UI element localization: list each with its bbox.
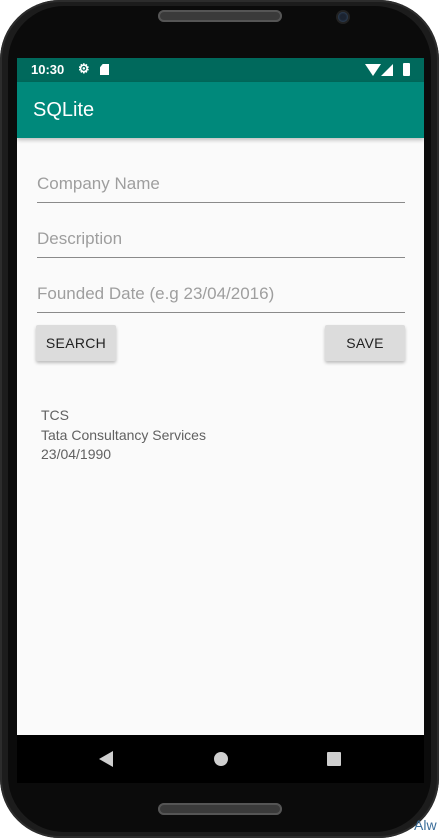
description-input[interactable]	[37, 223, 405, 255]
wifi-icon	[365, 64, 381, 76]
top-speaker	[158, 10, 282, 22]
sd-card-icon	[100, 64, 109, 75]
app-bar: SQLite	[17, 82, 424, 138]
app-title: SQLite	[33, 99, 95, 121]
bottom-speaker	[158, 803, 282, 815]
result-line-company: TCS	[41, 407, 69, 423]
save-button[interactable]: SAVE	[325, 325, 405, 361]
battery-icon	[403, 63, 410, 76]
result-line-date: 23/04/1990	[41, 446, 112, 462]
gear-icon: ⚙	[78, 61, 90, 76]
front-camera	[338, 12, 348, 22]
navigation-bar	[17, 735, 424, 783]
app-screen: 10:30 ⚙ SQLite SEARCH SAVE TCS Tata Cons…	[17, 58, 424, 782]
phone-frame: 10:30 ⚙ SQLite SEARCH SAVE TCS Tata Cons…	[0, 0, 439, 838]
signal-icon	[381, 64, 393, 76]
result-line-description: Tata Consultancy Services	[41, 426, 206, 443]
result-text: TCS Tata Consultancy Services 23/04/1990	[41, 406, 206, 465]
founded-date-input[interactable]	[37, 278, 405, 310]
status-time: 10:30	[31, 62, 65, 77]
founded-date-field[interactable]	[37, 278, 405, 313]
search-button[interactable]: SEARCH	[36, 325, 116, 361]
back-icon[interactable]	[99, 751, 113, 767]
corner-text: Alw	[414, 817, 437, 833]
recent-apps-icon[interactable]	[327, 752, 341, 766]
description-field[interactable]	[37, 223, 405, 258]
status-bar: 10:30 ⚙	[17, 58, 424, 82]
company-name-field[interactable]	[37, 168, 405, 203]
home-icon[interactable]	[214, 752, 228, 766]
company-name-input[interactable]	[37, 168, 405, 200]
